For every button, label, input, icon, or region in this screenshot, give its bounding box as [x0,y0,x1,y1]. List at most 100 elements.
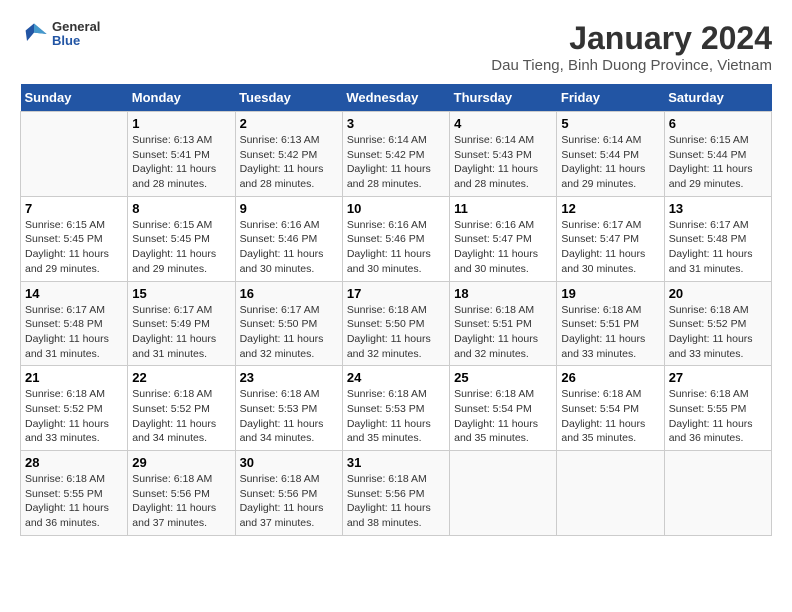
calendar-cell [21,112,128,197]
day-info: Sunrise: 6:14 AM Sunset: 5:43 PM Dayligh… [454,133,552,192]
day-number: 5 [561,116,659,131]
calendar-cell [450,451,557,536]
day-number: 16 [240,286,338,301]
day-info: Sunrise: 6:18 AM Sunset: 5:50 PM Dayligh… [347,303,445,362]
calendar-cell: 12 Sunrise: 6:17 AM Sunset: 5:47 PM Dayli… [557,196,664,281]
day-number: 9 [240,201,338,216]
day-info: Sunrise: 6:17 AM Sunset: 5:48 PM Dayligh… [669,218,767,277]
header-day-sunday: Sunday [21,84,128,112]
logo-icon [20,20,48,48]
day-number: 24 [347,370,445,385]
calendar-cell: 25 Sunrise: 6:18 AM Sunset: 5:54 PM Dayli… [450,366,557,451]
header-day-wednesday: Wednesday [342,84,449,112]
logo-blue: Blue [52,34,100,48]
calendar-cell [557,451,664,536]
day-number: 25 [454,370,552,385]
logo-general: General [52,20,100,34]
calendar-cell: 13Sunrise: 6:17 AM Sunset: 5:48 PM Dayli… [664,196,771,281]
day-number: 21 [25,370,123,385]
calendar-cell: 15 Sunrise: 6:17 AM Sunset: 5:49 PM Dayli… [128,281,235,366]
day-number: 23 [240,370,338,385]
day-info: Sunrise: 6:15 AM Sunset: 5:45 PM Dayligh… [132,218,230,277]
day-info: Sunrise: 6:18 AM Sunset: 5:52 PM Dayligh… [25,387,123,446]
day-number: 11 [454,201,552,216]
calendar-cell: 30 Sunrise: 6:18 AM Sunset: 5:56 PM Dayli… [235,451,342,536]
header-day-friday: Friday [557,84,664,112]
calendar-cell: 31 Sunrise: 6:18 AM Sunset: 5:56 PM Dayli… [342,451,449,536]
title-block: January 2024 Dau Tieng, Binh Duong Provi… [491,20,772,74]
calendar-cell: 26Sunrise: 6:18 AM Sunset: 5:54 PM Dayli… [557,366,664,451]
calendar-cell: 9 Sunrise: 6:16 AM Sunset: 5:46 PM Daylig… [235,196,342,281]
day-number: 18 [454,286,552,301]
day-number: 12 [561,201,659,216]
header-day-tuesday: Tuesday [235,84,342,112]
calendar-cell: 23 Sunrise: 6:18 AM Sunset: 5:53 PM Dayli… [235,366,342,451]
calendar-cell: 2 Sunrise: 6:13 AM Sunset: 5:42 PM Daylig… [235,112,342,197]
calendar-week-row: 7 Sunrise: 6:15 AM Sunset: 5:45 PM Daylig… [21,196,772,281]
day-number: 31 [347,455,445,470]
header-row: SundayMondayTuesdayWednesdayThursdayFrid… [21,84,772,112]
calendar-cell: 18 Sunrise: 6:18 AM Sunset: 5:51 PM Dayli… [450,281,557,366]
day-info: Sunrise: 6:18 AM Sunset: 5:56 PM Dayligh… [240,472,338,531]
day-info: Sunrise: 6:17 AM Sunset: 5:49 PM Dayligh… [132,303,230,362]
calendar-cell: 4 Sunrise: 6:14 AM Sunset: 5:43 PM Daylig… [450,112,557,197]
calendar-week-row: 1 Sunrise: 6:13 AM Sunset: 5:41 PM Daylig… [21,112,772,197]
calendar-body: 1 Sunrise: 6:13 AM Sunset: 5:41 PM Daylig… [21,112,772,536]
day-number: 19 [561,286,659,301]
day-info: Sunrise: 6:18 AM Sunset: 5:53 PM Dayligh… [347,387,445,446]
day-info: Sunrise: 6:15 AM Sunset: 5:45 PM Dayligh… [25,218,123,277]
day-info: Sunrise: 6:18 AM Sunset: 5:53 PM Dayligh… [240,387,338,446]
day-number: 6 [669,116,767,131]
day-number: 20 [669,286,767,301]
calendar-cell: 3 Sunrise: 6:14 AM Sunset: 5:42 PM Daylig… [342,112,449,197]
logo: General Blue [20,20,100,49]
calendar-table: SundayMondayTuesdayWednesdayThursdayFrid… [20,84,772,536]
page-title: January 2024 [491,20,772,57]
day-info: Sunrise: 6:15 AM Sunset: 5:44 PM Dayligh… [669,133,767,192]
calendar-cell: 8 Sunrise: 6:15 AM Sunset: 5:45 PM Daylig… [128,196,235,281]
calendar-cell: 17Sunrise: 6:18 AM Sunset: 5:50 PM Dayli… [342,281,449,366]
calendar-cell: 5 Sunrise: 6:14 AM Sunset: 5:44 PM Daylig… [557,112,664,197]
day-number: 22 [132,370,230,385]
day-number: 8 [132,201,230,216]
day-info: Sunrise: 6:14 AM Sunset: 5:42 PM Dayligh… [347,133,445,192]
day-number: 15 [132,286,230,301]
calendar-cell [664,451,771,536]
day-info: Sunrise: 6:13 AM Sunset: 5:41 PM Dayligh… [132,133,230,192]
day-number: 10 [347,201,445,216]
day-number: 30 [240,455,338,470]
day-info: Sunrise: 6:16 AM Sunset: 5:46 PM Dayligh… [347,218,445,277]
calendar-cell: 24 Sunrise: 6:18 AM Sunset: 5:53 PM Dayli… [342,366,449,451]
day-number: 3 [347,116,445,131]
day-info: Sunrise: 6:18 AM Sunset: 5:54 PM Dayligh… [454,387,552,446]
calendar-cell: 16 Sunrise: 6:17 AM Sunset: 5:50 PM Dayli… [235,281,342,366]
day-number: 14 [25,286,123,301]
day-info: Sunrise: 6:16 AM Sunset: 5:46 PM Dayligh… [240,218,338,277]
day-number: 28 [25,455,123,470]
day-number: 2 [240,116,338,131]
calendar-cell: 27Sunrise: 6:18 AM Sunset: 5:55 PM Dayli… [664,366,771,451]
calendar-cell: 22Sunrise: 6:18 AM Sunset: 5:52 PM Dayli… [128,366,235,451]
header-day-monday: Monday [128,84,235,112]
day-info: Sunrise: 6:18 AM Sunset: 5:56 PM Dayligh… [347,472,445,531]
day-info: Sunrise: 6:17 AM Sunset: 5:50 PM Dayligh… [240,303,338,362]
day-number: 1 [132,116,230,131]
day-number: 29 [132,455,230,470]
header-day-saturday: Saturday [664,84,771,112]
day-info: Sunrise: 6:17 AM Sunset: 5:48 PM Dayligh… [25,303,123,362]
calendar-cell: 19Sunrise: 6:18 AM Sunset: 5:51 PM Dayli… [557,281,664,366]
day-info: Sunrise: 6:14 AM Sunset: 5:44 PM Dayligh… [561,133,659,192]
calendar-week-row: 14 Sunrise: 6:17 AM Sunset: 5:48 PM Dayli… [21,281,772,366]
calendar-cell: 20Sunrise: 6:18 AM Sunset: 5:52 PM Dayli… [664,281,771,366]
day-number: 7 [25,201,123,216]
day-info: Sunrise: 6:17 AM Sunset: 5:47 PM Dayligh… [561,218,659,277]
calendar-cell: 29Sunrise: 6:18 AM Sunset: 5:56 PM Dayli… [128,451,235,536]
logo-text: General Blue [52,20,100,49]
day-info: Sunrise: 6:18 AM Sunset: 5:54 PM Dayligh… [561,387,659,446]
day-number: 27 [669,370,767,385]
day-info: Sunrise: 6:13 AM Sunset: 5:42 PM Dayligh… [240,133,338,192]
day-info: Sunrise: 6:18 AM Sunset: 5:51 PM Dayligh… [454,303,552,362]
calendar-week-row: 28Sunrise: 6:18 AM Sunset: 5:55 PM Dayli… [21,451,772,536]
calendar-week-row: 21 Sunrise: 6:18 AM Sunset: 5:52 PM Dayli… [21,366,772,451]
day-number: 4 [454,116,552,131]
